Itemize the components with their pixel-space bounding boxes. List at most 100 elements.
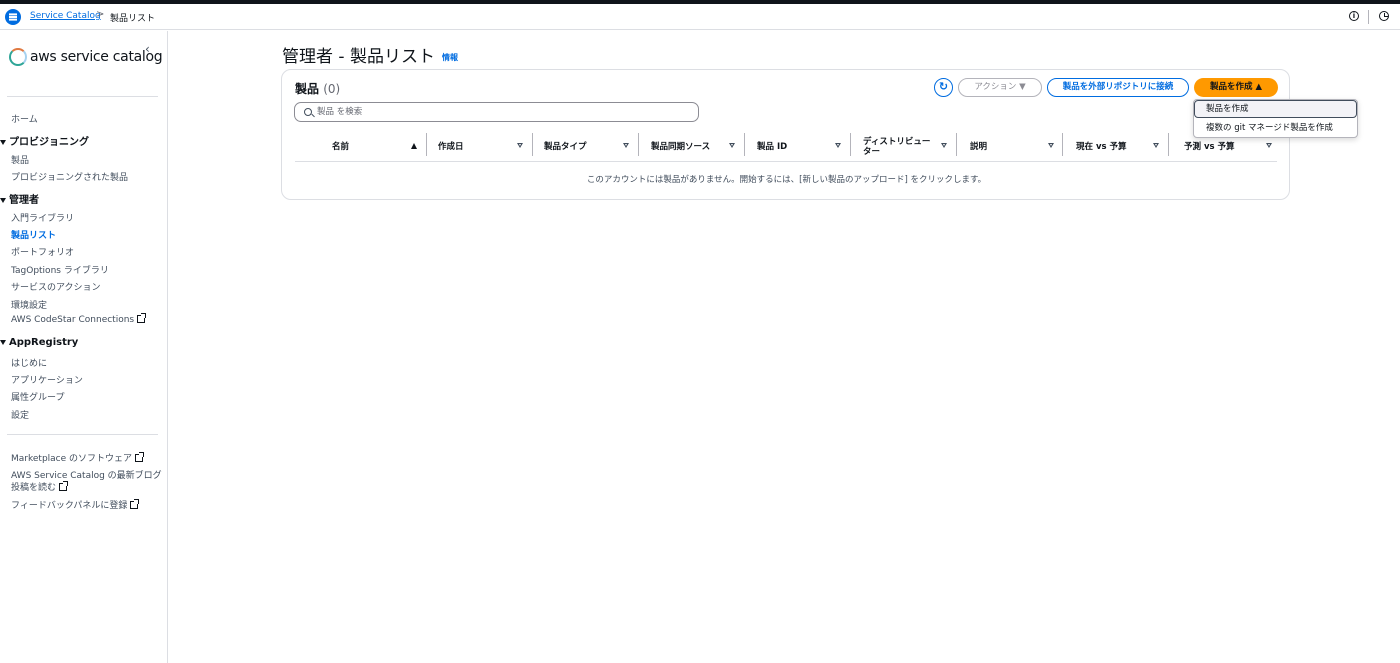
sidebar-item-label: 投稿を読む — [11, 483, 57, 493]
external-link-icon — [137, 313, 147, 323]
column-divider[interactable] — [744, 133, 745, 156]
sidebar-item-codestar-connections[interactable]: AWS CodeStar Connections — [11, 313, 147, 325]
sidebar-section-appregistry[interactable]: AppRegistry — [0, 337, 78, 348]
sidebar-item-product-list[interactable]: 製品リスト — [11, 228, 56, 241]
sidebar-item-portfolio[interactable]: ポートフォリオ — [11, 245, 74, 258]
sidebar-item-getting-started-library[interactable]: 入門ライブラリ — [11, 211, 74, 224]
column-label: 製品同期ソース — [651, 141, 711, 152]
column-label: 予測 vs 予算 — [1184, 141, 1235, 152]
column-header-distributor[interactable]: ディストリビューター — [863, 131, 951, 162]
sidebar-section-label: プロビジョニング — [9, 137, 89, 148]
sort-icon[interactable] — [941, 143, 947, 148]
sidebar-item-label: Marketplace のソフトウェア — [11, 454, 133, 464]
sidebar-divider — [7, 434, 158, 435]
column-divider[interactable] — [1168, 133, 1169, 156]
panel-title: 製品 (0) — [295, 80, 340, 97]
sidebar-item-home[interactable]: ホーム — [11, 112, 38, 125]
empty-state-message: このアカウントには製品がありません。開始するには、[新しい製品のアップロード] … — [586, 175, 987, 185]
column-header-name[interactable]: 名前 — [332, 131, 420, 162]
search-box — [294, 102, 699, 122]
table-header: 名前 作成日 製品タイプ 製品同期ソース 製品 ID ディストリビューター 説明… — [295, 131, 1277, 162]
sort-icon[interactable] — [1266, 143, 1272, 148]
sidebar-section-label: 管理者 — [9, 195, 39, 206]
menu-icon[interactable] — [5, 9, 21, 25]
sidebar-section-label: AppRegistry — [9, 337, 79, 348]
sidebar-section-provisioning[interactable]: プロビジョニング — [0, 133, 89, 148]
sidebar-item-applications[interactable]: アプリケーション — [11, 373, 83, 386]
column-divider[interactable] — [850, 133, 851, 156]
info-link[interactable]: 情報 — [442, 52, 458, 63]
search-input[interactable] — [317, 105, 687, 119]
page-title: 管理者 - 製品リスト — [282, 47, 435, 67]
sidebar-item-feedback[interactable]: フィードバックパネルに登録 — [11, 498, 140, 511]
external-link-icon — [130, 499, 140, 509]
sidebar-item-label: AWS CodeStar Connections — [11, 315, 135, 325]
sidebar-item-products[interactable]: 製品 — [11, 153, 29, 166]
panel-title-label: 製品 — [295, 82, 320, 96]
column-label: 現在 vs 予算 — [1076, 141, 1127, 152]
sort-icon[interactable] — [517, 143, 523, 148]
sidebar-item-tagoptions-library[interactable]: TagOptions ライブラリ — [11, 263, 109, 276]
column-header-sync-source[interactable]: 製品同期ソース — [651, 131, 739, 162]
logo-icon — [9, 48, 27, 66]
column-label: 製品タイプ — [544, 141, 587, 152]
column-header-current-vs-budget[interactable]: 現在 vs 予算 — [1076, 131, 1164, 162]
connect-repository-button[interactable]: 製品を外部リポジトリに接続 — [1047, 78, 1189, 97]
column-divider[interactable] — [1062, 133, 1063, 156]
sort-icon[interactable] — [1153, 143, 1159, 148]
column-label: 名前 — [332, 141, 350, 152]
column-label: 作成日 — [438, 141, 464, 152]
refresh-icon[interactable]: ↻ — [934, 78, 953, 97]
sidebar: aws service catalog ‹ ホーム プロビジョニング 製品 プロ… — [0, 31, 168, 663]
column-header-product-id[interactable]: 製品 ID — [757, 131, 845, 162]
dropdown-item-create-git-products[interactable]: 複数の git マネージド製品を作成 — [1194, 119, 1357, 137]
sidebar-item-blog-line2[interactable]: 投稿を読む — [11, 480, 69, 493]
column-header-description[interactable]: 説明 — [970, 131, 1058, 162]
breadcrumb-separator-icon: > — [96, 9, 105, 20]
info-icon[interactable]: i — [1349, 11, 1359, 21]
top-bar: Service Catalog > 製品リスト i — [0, 4, 1400, 30]
aws-service-catalog-logo: aws service catalog — [9, 48, 163, 66]
column-divider[interactable] — [426, 133, 427, 156]
sidebar-item-service-actions[interactable]: サービスのアクション — [11, 280, 101, 293]
product-count: (0) — [323, 82, 341, 96]
sort-icon[interactable] — [729, 143, 735, 148]
products-panel: 製品 (0) ↻ アクション ▼ 製品を外部リポジトリに接続 製品を作成 ▲ 名… — [281, 69, 1290, 200]
collapse-sidebar-icon[interactable]: ‹ — [145, 42, 150, 56]
search-icon — [304, 108, 312, 116]
dropdown-item-create-product[interactable]: 製品を作成 — [1194, 100, 1357, 118]
sidebar-item-preferences[interactable]: 環境設定 — [11, 298, 47, 311]
sidebar-item-provisioned-products[interactable]: プロビジョニングされた製品 — [11, 170, 128, 183]
actions-button[interactable]: アクション ▼ — [958, 78, 1042, 97]
external-link-icon — [59, 481, 69, 491]
column-header-created[interactable]: 作成日 — [438, 131, 526, 162]
external-link-icon — [135, 452, 145, 462]
column-divider[interactable] — [956, 133, 957, 156]
sidebar-section-admin[interactable]: 管理者 — [0, 191, 39, 206]
sort-ascending-icon[interactable] — [411, 143, 417, 149]
column-label: ディストリビューター — [863, 136, 931, 157]
column-header-type[interactable]: 製品タイプ — [544, 131, 632, 162]
column-divider[interactable] — [532, 133, 533, 156]
column-divider[interactable] — [638, 133, 639, 156]
clock-icon[interactable] — [1379, 11, 1389, 21]
create-product-button[interactable]: 製品を作成 ▲ — [1194, 78, 1278, 97]
sidebar-item-attribute-groups[interactable]: 属性グループ — [11, 390, 64, 403]
sidebar-divider — [7, 96, 158, 97]
sidebar-item-settings[interactable]: 設定 — [11, 408, 29, 421]
top-divider — [1368, 10, 1369, 24]
sort-icon[interactable] — [835, 143, 841, 148]
sidebar-item-marketplace[interactable]: Marketplace のソフトウェア — [11, 451, 145, 464]
column-label: 説明 — [970, 141, 988, 152]
sidebar-item-label: フィードバックパネルに登録 — [11, 501, 128, 511]
column-label: 製品 ID — [757, 141, 788, 152]
expand-icon — [0, 197, 6, 203]
sort-icon[interactable] — [1048, 143, 1054, 148]
expand-icon — [0, 339, 6, 345]
sidebar-item-getting-started[interactable]: はじめに — [11, 356, 47, 369]
create-product-dropdown: 製品を作成 複数の git マネージド製品を作成 — [1193, 99, 1358, 138]
breadcrumb-service-catalog[interactable]: Service Catalog — [30, 11, 101, 21]
sort-icon[interactable] — [623, 143, 629, 148]
breadcrumb-current: 製品リスト — [110, 14, 156, 24]
logo-text: aws service catalog — [30, 49, 163, 65]
